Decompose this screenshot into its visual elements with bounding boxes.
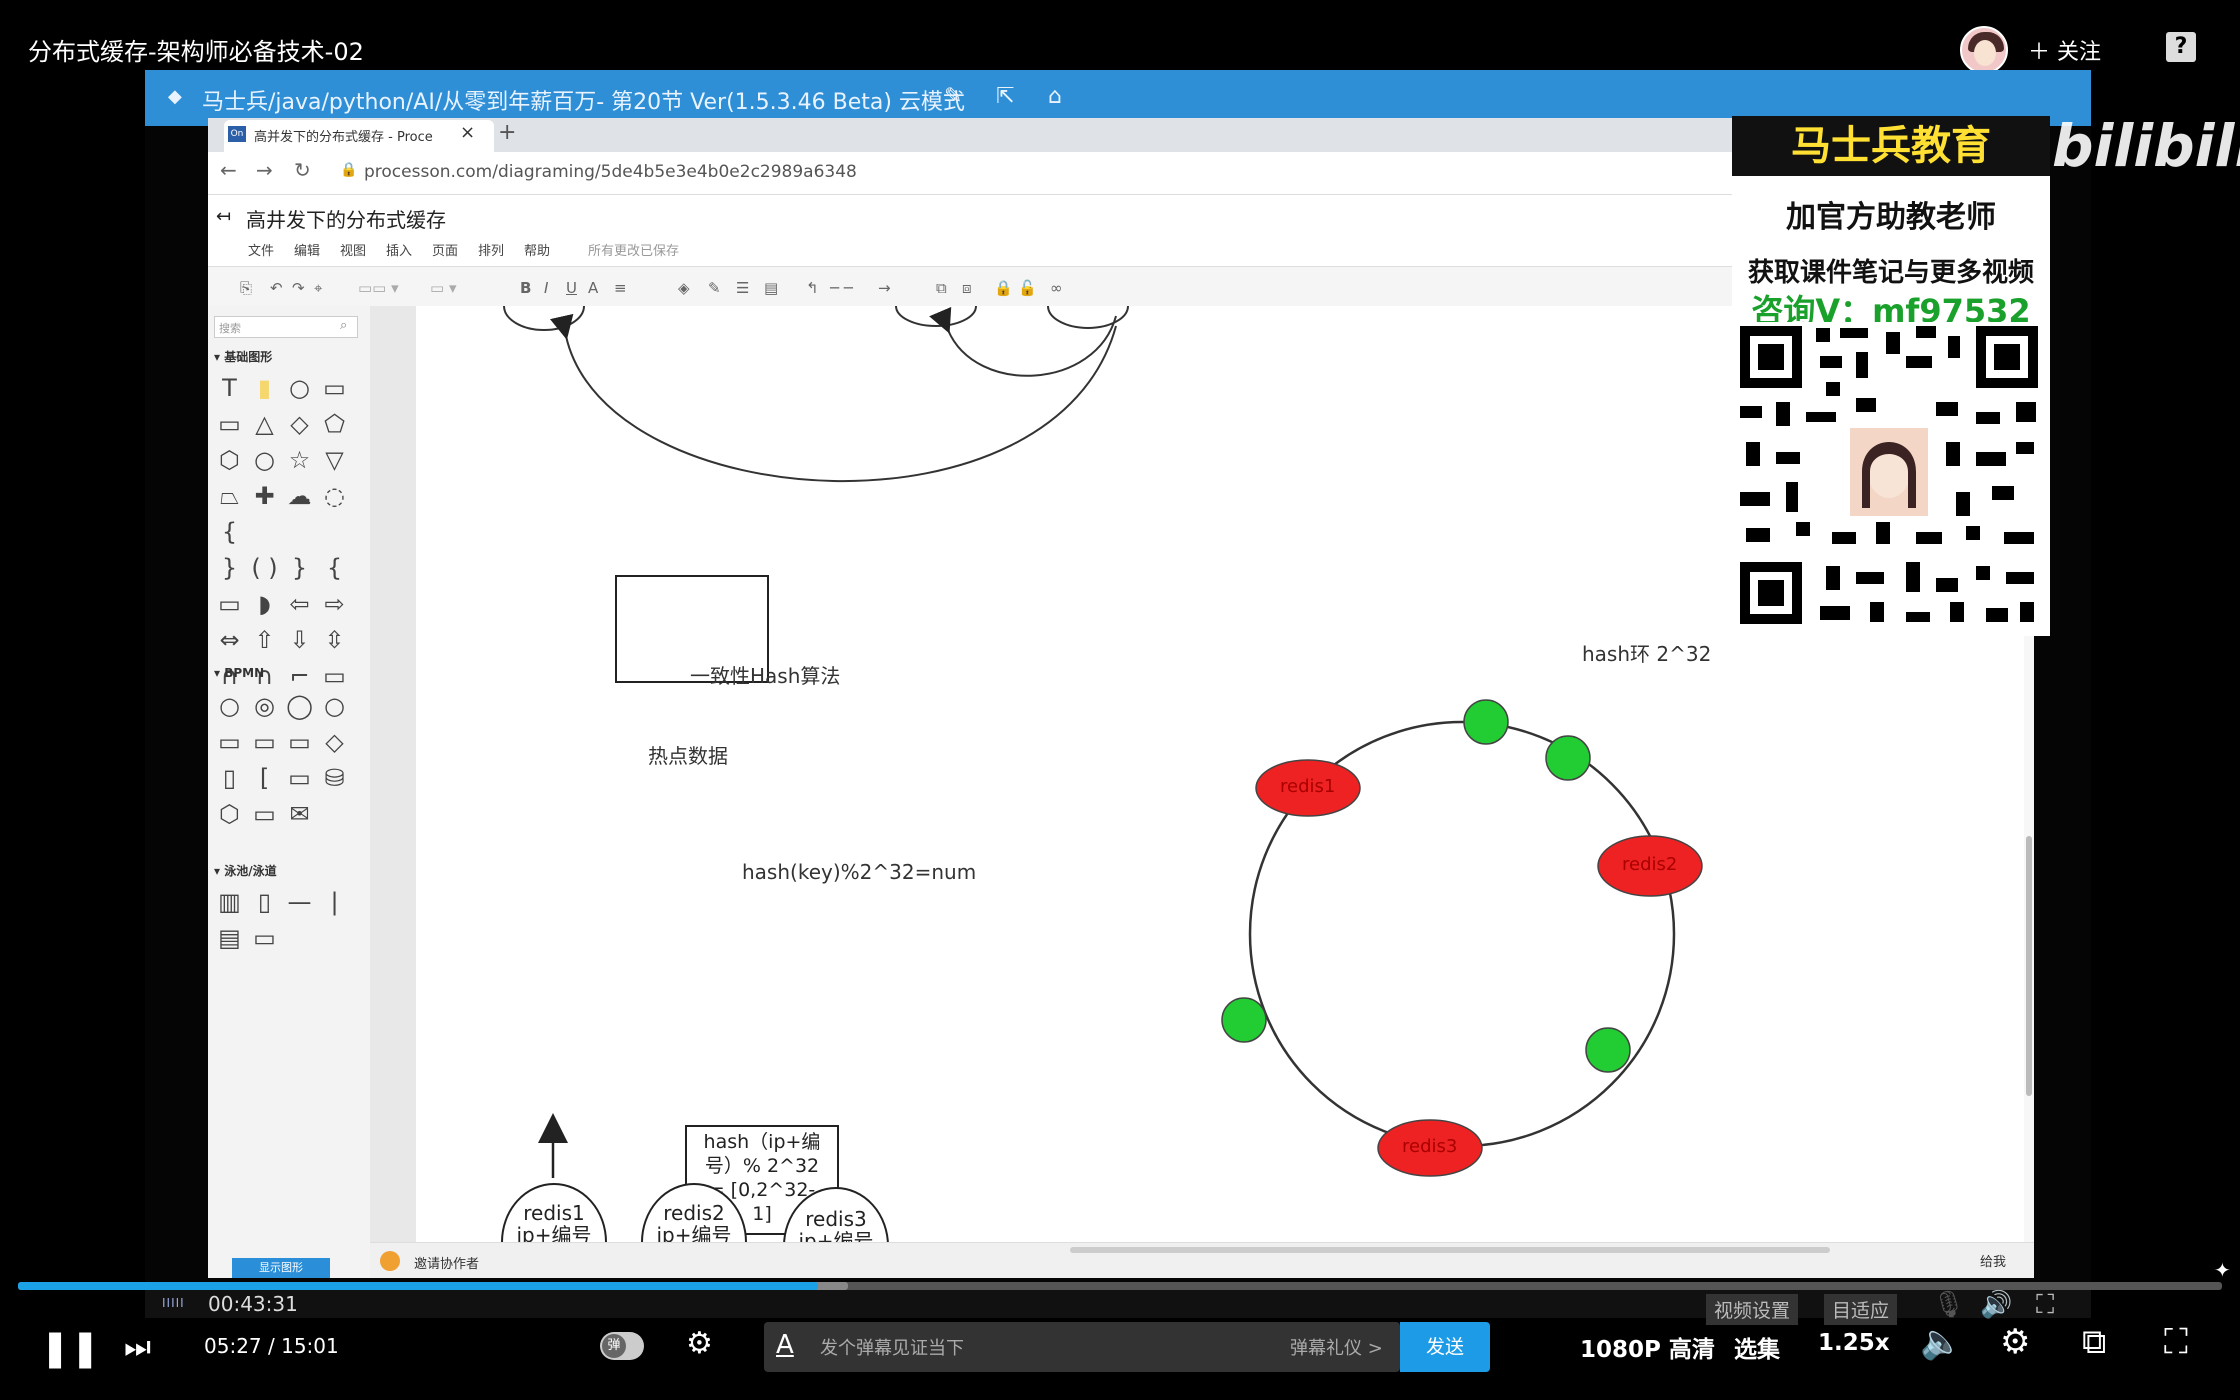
volume-icon[interactable]: 🔈 (1920, 1322, 1962, 1362)
promo-line-2: 获取课件笔记与更多视频 (1747, 258, 2034, 288)
invite-button[interactable]: 邀请协作者 (414, 1253, 479, 1272)
danmaku-settings-icon[interactable]: ⚙ (686, 1326, 713, 1361)
time-separator: / (268, 1334, 275, 1358)
total-time: 15:01 (281, 1334, 339, 1358)
uploader-avatar[interactable] (1960, 26, 2008, 74)
danmaku-etiquette-link[interactable]: 弹幕礼仪 > (1290, 1334, 1383, 1360)
inner-player-bar (145, 1290, 2091, 1318)
qr-code-icon (1736, 322, 2042, 628)
redis1-circle-text: redis1 ip+编号 (504, 1202, 604, 1246)
inner-fit-button: 目适应 (1824, 1294, 1898, 1325)
danmaku-toggle[interactable]: 弹 (600, 1332, 644, 1360)
episodes-button[interactable]: 选集 (1734, 1330, 1780, 1364)
redis2-name: redis2 (663, 1201, 725, 1225)
redis1-name: redis1 (523, 1201, 585, 1225)
follow-button[interactable]: ＋ 关注 (2028, 34, 2101, 66)
chrome-notice: 给我 (1980, 1255, 2007, 1270)
promo-brand: 马士兵教育 (1732, 116, 2050, 176)
promo-line-1: 加官方助教老师 (1786, 200, 1996, 235)
progress-fill[interactable] (18, 1282, 818, 1290)
user-avatar-icon (380, 1251, 400, 1271)
pause-button[interactable]: ❚❚ (40, 1328, 100, 1369)
horizontal-scrollbar[interactable] (1070, 1247, 1830, 1253)
editor-bottom-bar: 邀请协作者 给我 (370, 1242, 2034, 1278)
app-logo-icon: ◆ (168, 86, 182, 107)
inner-time: 00:43:31 (208, 1292, 298, 1316)
share-icon[interactable]: ⇱ (996, 84, 1014, 109)
scroll-thumb[interactable] (2026, 836, 2032, 1096)
danmaku-toggle-knob: 弹 (602, 1334, 626, 1358)
current-time: 05:27 (204, 1334, 262, 1358)
edit-icon[interactable]: ✎ (944, 84, 962, 109)
fullscreen-icon[interactable]: ⛶ (2164, 1322, 2188, 1362)
promo-overlay: 马士兵教育 加官方助教老师 获取课件笔记与更多视频 咨询V：mf97532 (1732, 116, 2050, 636)
danmaku-style-icon[interactable]: A (776, 1330, 794, 1360)
picture-in-picture-icon[interactable]: ⧉ (2082, 1322, 2106, 1362)
time-display: 05:27 / 15:01 (204, 1334, 339, 1358)
help-icon[interactable]: ? (2166, 32, 2196, 62)
inner-fullscreen-icon: ⛶ (2036, 1290, 2055, 1320)
next-episode-icon[interactable]: ⏭ (124, 1330, 151, 1365)
video-title: 分布式缓存-架构师必备技术-02 (28, 38, 364, 66)
redis2-circle-text: redis2 ip+编号 (644, 1202, 744, 1246)
send-button[interactable]: 发送 (1400, 1322, 1490, 1372)
settings-gear-icon[interactable]: ⚙ (2000, 1322, 2030, 1362)
inner-video-settings: 视频设置 (1706, 1294, 1799, 1325)
show-shapes-button[interactable]: 显示图形 (232, 1258, 330, 1278)
bilibili-watermark: bilibili (2052, 112, 2240, 180)
quality-selector[interactable]: 1080P 高清 (1580, 1330, 1715, 1364)
progress-end-icon: ✦ (2214, 1258, 2231, 1282)
inner-volume-icon: 🔊 (1980, 1290, 2013, 1320)
inner-mic-icon: 🎙 (1932, 1290, 1966, 1320)
inner-volume-bars: IIIII (162, 1296, 185, 1310)
home-icon[interactable]: ⌂ (1048, 84, 1062, 109)
redis3-name: redis3 (805, 1207, 867, 1231)
app-title: 马士兵/java/python/AI/从零到年薪百万- 第20节 Ver(1.5… (202, 90, 965, 115)
danmaku-input[interactable]: 发个弹幕见证当下 (820, 1334, 964, 1360)
speed-selector[interactable]: 1.25x (1818, 1330, 1890, 1356)
